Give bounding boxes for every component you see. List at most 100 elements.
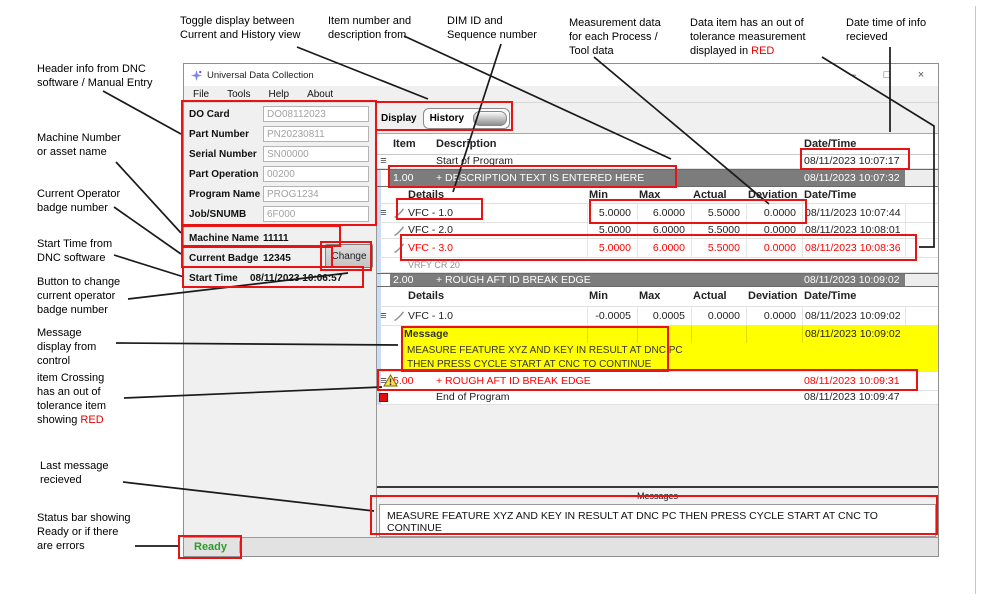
change-badge-button[interactable]: Change [325, 244, 373, 268]
group1-datetime: 08/11/2023 10:07:32 [802, 170, 905, 186]
toggle-knob[interactable] [473, 111, 507, 126]
pencil-icon [393, 242, 405, 254]
row-vfc-1-0[interactable]: ≡ VFC - 1.0 5.0000 6.0000 5.5000 0.0000 … [377, 204, 938, 223]
field-row-do-card: DO Card [184, 104, 376, 124]
message-line2: THEN PRESS CYCLE START AT CNC TO CONTINU… [402, 358, 938, 371]
group-row-1[interactable]: 1.00 + DESCRIPTION TEXT IS ENTERED HERE … [377, 169, 938, 187]
vfc-datetime: 08/11/2023 10:08:36 [802, 239, 905, 257]
annotation-text: Data item has an out of tolerance measur… [690, 17, 806, 57]
vfc-deviation: 0.0000 [746, 307, 802, 325]
job-snumb-input[interactable] [263, 206, 369, 222]
grid-empty-area [377, 405, 938, 486]
warning-icon [383, 374, 398, 387]
vfc-deviation: 0.0000 [746, 223, 802, 238]
message-line1: MEASURE FEATURE XYZ AND KEY IN RESULT AT… [402, 343, 938, 358]
serial-number-label: Serial Number [189, 149, 263, 160]
row-vfc-1-0-group2[interactable]: ≡ VFC - 1.0 -0.0005 0.0005 0.0000 0.0000… [377, 307, 938, 326]
page-border [975, 6, 976, 594]
row-5-00-out-of-tolerance[interactable]: ≡ 5.00 + ROUGH AFT ID BREAK EDGE 08/11/2… [377, 372, 938, 391]
machine-name-label: Machine Name [189, 233, 263, 244]
row-vrfy-note: VRFY CR 20 [377, 258, 938, 273]
current-badge-label: Current Badge [189, 253, 263, 264]
subheader-datetime: Date/Time [802, 187, 905, 203]
window-controls: – □ × [836, 64, 938, 86]
subheader-max: Max [637, 287, 691, 306]
vfc-max: 0.0005 [637, 307, 691, 325]
row-end-of-program[interactable]: End of Program 08/11/2023 10:09:47 [377, 391, 938, 405]
table-header-row: Item Description Date/Time [377, 134, 938, 155]
last-message-display: MEASURE FEATURE XYZ AND KEY IN RESULT AT… [379, 504, 936, 537]
vfc-actual: 0.0000 [691, 307, 746, 325]
vrfy-note: VRFY CR 20 [407, 261, 587, 270]
menu-about[interactable]: About [298, 89, 342, 100]
vfc-max: 6.0000 [637, 223, 691, 238]
vfc-max: 6.0000 [637, 204, 691, 222]
vfc-max: 6.0000 [637, 239, 691, 257]
status-ready-text: Ready [194, 541, 227, 553]
vfc-actual: 5.5000 [691, 204, 746, 222]
vfc-id: VFC - 1.0 [407, 208, 587, 219]
annotation-machine-number: Machine Number or asset name [37, 131, 121, 159]
vfc-deviation: 0.0000 [746, 204, 802, 222]
group2-datetime: 08/11/2023 10:09:02 [802, 274, 905, 286]
current-badge-value: 12345 [263, 253, 291, 264]
annotation-start-time: Start Time from DNC software [37, 237, 112, 265]
subheader-details: Details [407, 190, 587, 201]
serial-number-input[interactable] [263, 146, 369, 162]
annotation-header-info: Header info from DNC software / Manual E… [37, 62, 153, 90]
subheader-min: Min [587, 187, 637, 203]
app-icon [191, 70, 202, 81]
subheader-max: Max [637, 187, 691, 203]
pencil-icon [393, 310, 405, 322]
group-row-2[interactable]: 2.00 + ROUGH AFT ID BREAK EDGE 08/11/202… [377, 273, 938, 287]
row-vfc-3-0-out-of-tolerance[interactable]: VFC - 3.0 5.0000 6.0000 5.5000 0.0000 08… [377, 239, 938, 258]
subheader-actual: Actual [691, 287, 746, 306]
menu-file[interactable]: File [184, 89, 218, 100]
row-start-of-program[interactable]: ≡ Start of Program 08/11/2023 10:07:17 [377, 155, 938, 169]
minimize-icon[interactable]: – [836, 64, 870, 86]
details-subheader-2: Details Min Max Actual Deviation Date/Ti… [377, 287, 938, 307]
status-divider [239, 541, 240, 553]
part-operation-input[interactable] [263, 166, 369, 182]
message-row-datetime: 08/11/2023 10:09:02 [802, 326, 905, 343]
vfc-datetime: 08/11/2023 10:07:44 [802, 204, 905, 222]
vfc-min: 5.0000 [587, 239, 637, 257]
row-message-header[interactable]: Message 08/11/2023 10:09:02 [377, 326, 938, 343]
job-snumb-label: Job/SNUMB [189, 209, 263, 220]
field-row-part-operation: Part Operation [184, 164, 376, 184]
end-of-program-datetime: 08/11/2023 10:09:47 [802, 391, 905, 404]
menu-tools[interactable]: Tools [218, 89, 259, 100]
vfc-id: VFC - 3.0 [407, 243, 587, 254]
annotation-toggle-display: Toggle display between Current and Histo… [180, 14, 300, 42]
program-name-input[interactable] [263, 186, 369, 202]
do-card-input[interactable] [263, 106, 369, 122]
annotation-status-bar: Status bar showing Ready or if there are… [37, 511, 131, 553]
history-toggle[interactable]: History [423, 108, 510, 129]
annotation-measurement-data: Measurement data for each Process / Tool… [569, 16, 661, 58]
history-toggle-label: History [430, 113, 473, 124]
item5-description: + ROUGH AFT ID BREAK EDGE [432, 376, 802, 387]
part-number-input[interactable] [263, 126, 369, 142]
field-row-program-name: Program Name [184, 184, 376, 204]
program-name-label: Program Name [189, 189, 263, 200]
maximize-icon[interactable]: □ [870, 64, 904, 86]
menu-help[interactable]: Help [259, 89, 298, 100]
display-label: Display [381, 113, 417, 124]
row-message-line2: THEN PRESS CYCLE START AT CNC TO CONTINU… [377, 358, 938, 372]
annotation-date-time: Date time of info recieved [846, 16, 926, 44]
vfc-min: 5.0000 [587, 204, 637, 222]
field-row-job-snumb: Job/SNUMB [184, 204, 376, 224]
page: Toggle display between Current and Histo… [0, 0, 984, 612]
details-subheader-1: Details Min Max Actual Deviation Date/Ti… [377, 187, 938, 204]
data-grid: Item Description Date/Time ≡ Start of Pr… [377, 134, 938, 537]
row-vfc-2-0[interactable]: VFC - 2.0 5.0000 6.0000 5.5000 0.0000 08… [377, 223, 938, 239]
vfc-min: -0.0005 [587, 307, 637, 325]
close-icon[interactable]: × [904, 64, 938, 86]
col-header-datetime: Date/Time [802, 134, 905, 154]
start-of-program-label: Start of Program [432, 156, 587, 167]
part-operation-label: Part Operation [189, 169, 263, 180]
vfc-id: VFC - 2.0 [407, 225, 587, 236]
annotation-operator-badge: Current Operator badge number [37, 187, 120, 215]
annotation-item-crossing: item Crossing has an out of tolerance it… [37, 371, 106, 427]
subheader-deviation: Deviation [746, 187, 802, 203]
